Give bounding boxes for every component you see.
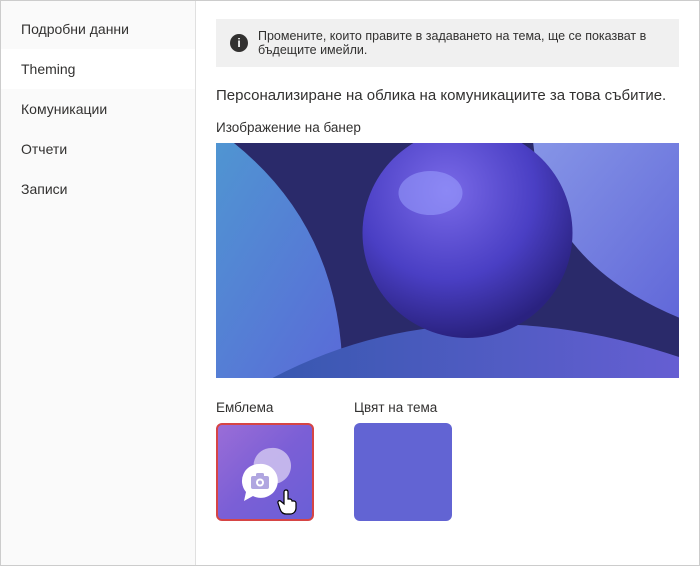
sidebar-item-theming[interactable]: Theming (1, 49, 195, 89)
app-container: Подробни данни Theming Комуникации Отчет… (1, 1, 699, 565)
info-icon: i (230, 34, 248, 52)
sidebar-item-reports[interactable]: Отчети (1, 129, 195, 169)
theme-color-group: Цвят на тема (354, 400, 452, 521)
banner-label: Изображение на банер (216, 120, 679, 135)
logo-swatch[interactable] (216, 423, 314, 521)
logo-label: Емблема (216, 400, 314, 415)
sidebar-item-recordings[interactable]: Записи (1, 169, 195, 209)
banner-image[interactable] (216, 143, 679, 378)
swatches-row: Емблема Цвят на тема (216, 400, 679, 521)
theme-color-swatch[interactable] (354, 423, 452, 521)
theme-color-label: Цвят на тема (354, 400, 452, 415)
main-content: i Промените, които правите в задаването … (196, 1, 699, 565)
logo-group: Емблема (216, 400, 314, 521)
info-text: Промените, които правите в задаването на… (258, 29, 665, 57)
section-heading: Персонализиране на облика на комуникации… (216, 87, 679, 104)
chat-camera-icon (233, 440, 297, 504)
banner-abstract-graphic (216, 143, 679, 378)
sidebar-item-details[interactable]: Подробни данни (1, 9, 195, 49)
info-banner: i Промените, които правите в задаването … (216, 19, 679, 67)
sidebar: Подробни данни Theming Комуникации Отчет… (1, 1, 196, 565)
sidebar-item-communications[interactable]: Комуникации (1, 89, 195, 129)
